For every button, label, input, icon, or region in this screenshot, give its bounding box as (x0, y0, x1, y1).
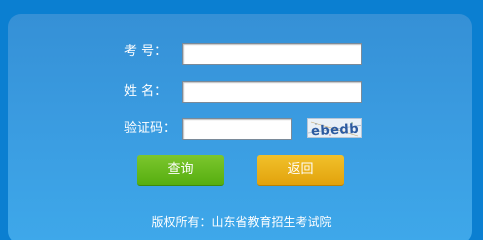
captcha-image[interactable]: ebedb (307, 118, 362, 138)
query-button[interactable]: 查询 (137, 155, 224, 186)
name-input[interactable] (182, 81, 362, 103)
name-label: 姓 名： (124, 84, 168, 99)
captcha-text: ebedb (311, 122, 360, 138)
footer-copyright: 版权所有：山东省教育招生考试院 (151, 215, 332, 229)
captcha-label: 验证码： (124, 121, 177, 136)
exam-number-input[interactable] (182, 43, 362, 65)
back-button[interactable]: 返回 (257, 155, 344, 186)
captcha-input[interactable] (182, 118, 292, 140)
exam-number-label: 考 号： (124, 44, 168, 59)
captcha-noise-graphic: ebedb (308, 121, 361, 138)
